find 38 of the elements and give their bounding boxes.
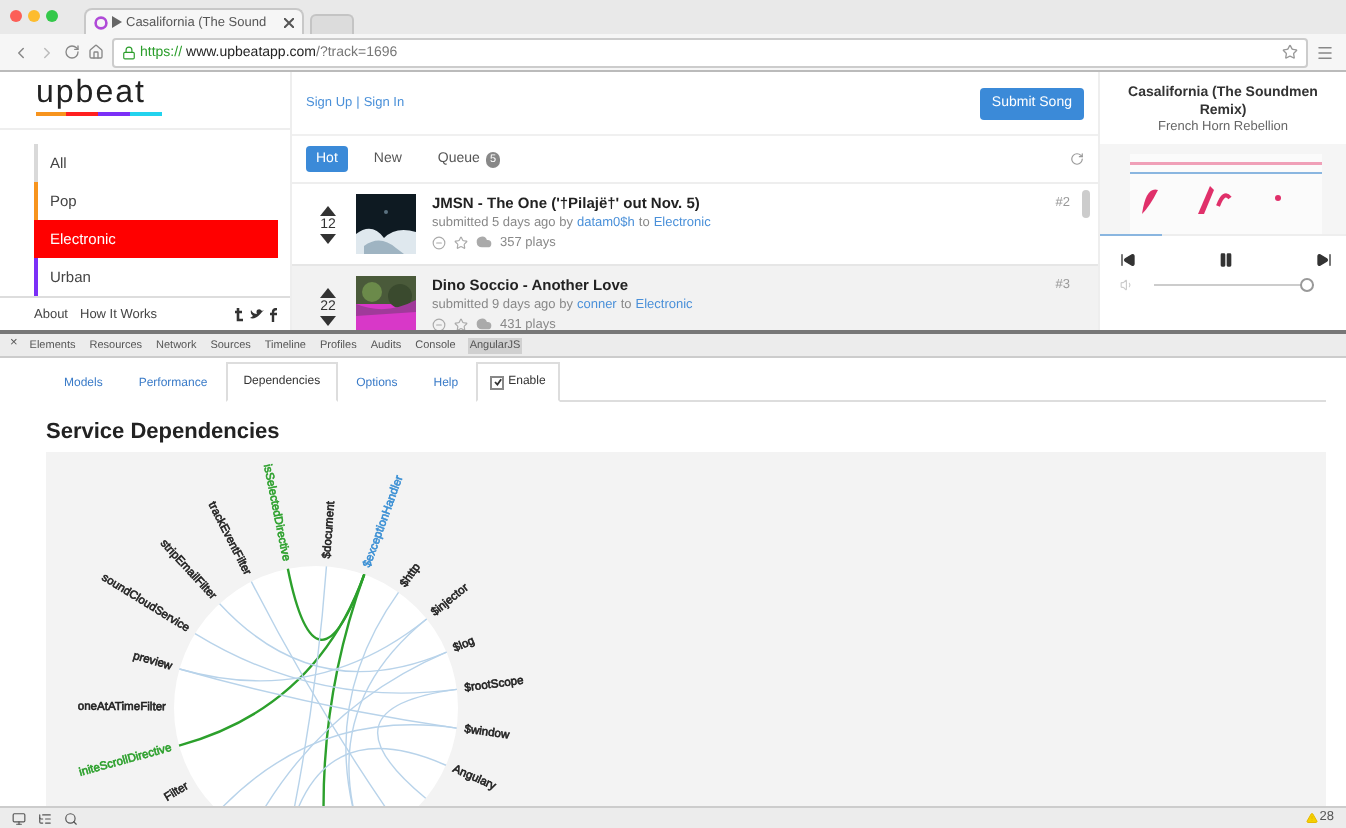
downvote-icon[interactable] [320,233,336,243]
menu-icon[interactable] [1316,43,1334,61]
bird-icon[interactable] [250,308,264,321]
close-window-icon[interactable] [10,10,22,22]
volume-thumb[interactable] [1300,278,1314,292]
previous-icon[interactable] [1120,252,1136,268]
ring-icon [94,15,108,29]
letter-t-icon[interactable] [234,307,244,322]
upvote-icon[interactable] [320,205,336,215]
back-icon[interactable] [12,43,30,61]
forward-icon[interactable] [38,43,56,61]
star-icon[interactable] [454,235,468,249]
search-icon[interactable] [64,811,78,825]
logo: upbeat [36,76,148,112]
cloud-icon [476,234,492,250]
scrollbar [1082,190,1090,218]
minus-icon[interactable] [432,317,446,330]
warning-icon [1305,812,1318,824]
close-icon[interactable] [284,17,294,27]
maximize-window-icon[interactable] [46,10,58,22]
letter-f-icon[interactable] [270,307,278,322]
upvote-icon[interactable] [320,287,336,297]
reload-icon[interactable] [64,44,80,60]
logo-stripe [36,112,162,116]
minus-icon[interactable] [432,235,446,249]
downvote-icon[interactable] [320,315,336,325]
checkbox[interactable] [490,375,505,390]
next-icon[interactable] [1316,252,1332,268]
bookmark-star-icon[interactable] [1282,44,1298,60]
cloud-icon [476,316,492,330]
refresh-icon[interactable] [1070,152,1084,166]
star-icon[interactable] [454,317,468,330]
home-icon[interactable] [88,44,104,60]
section-heading: Service Dependencies [46,420,282,445]
pause-icon[interactable] [1218,252,1234,268]
lock-icon [122,45,136,59]
play-icon [112,16,122,28]
check-icon [493,378,502,387]
